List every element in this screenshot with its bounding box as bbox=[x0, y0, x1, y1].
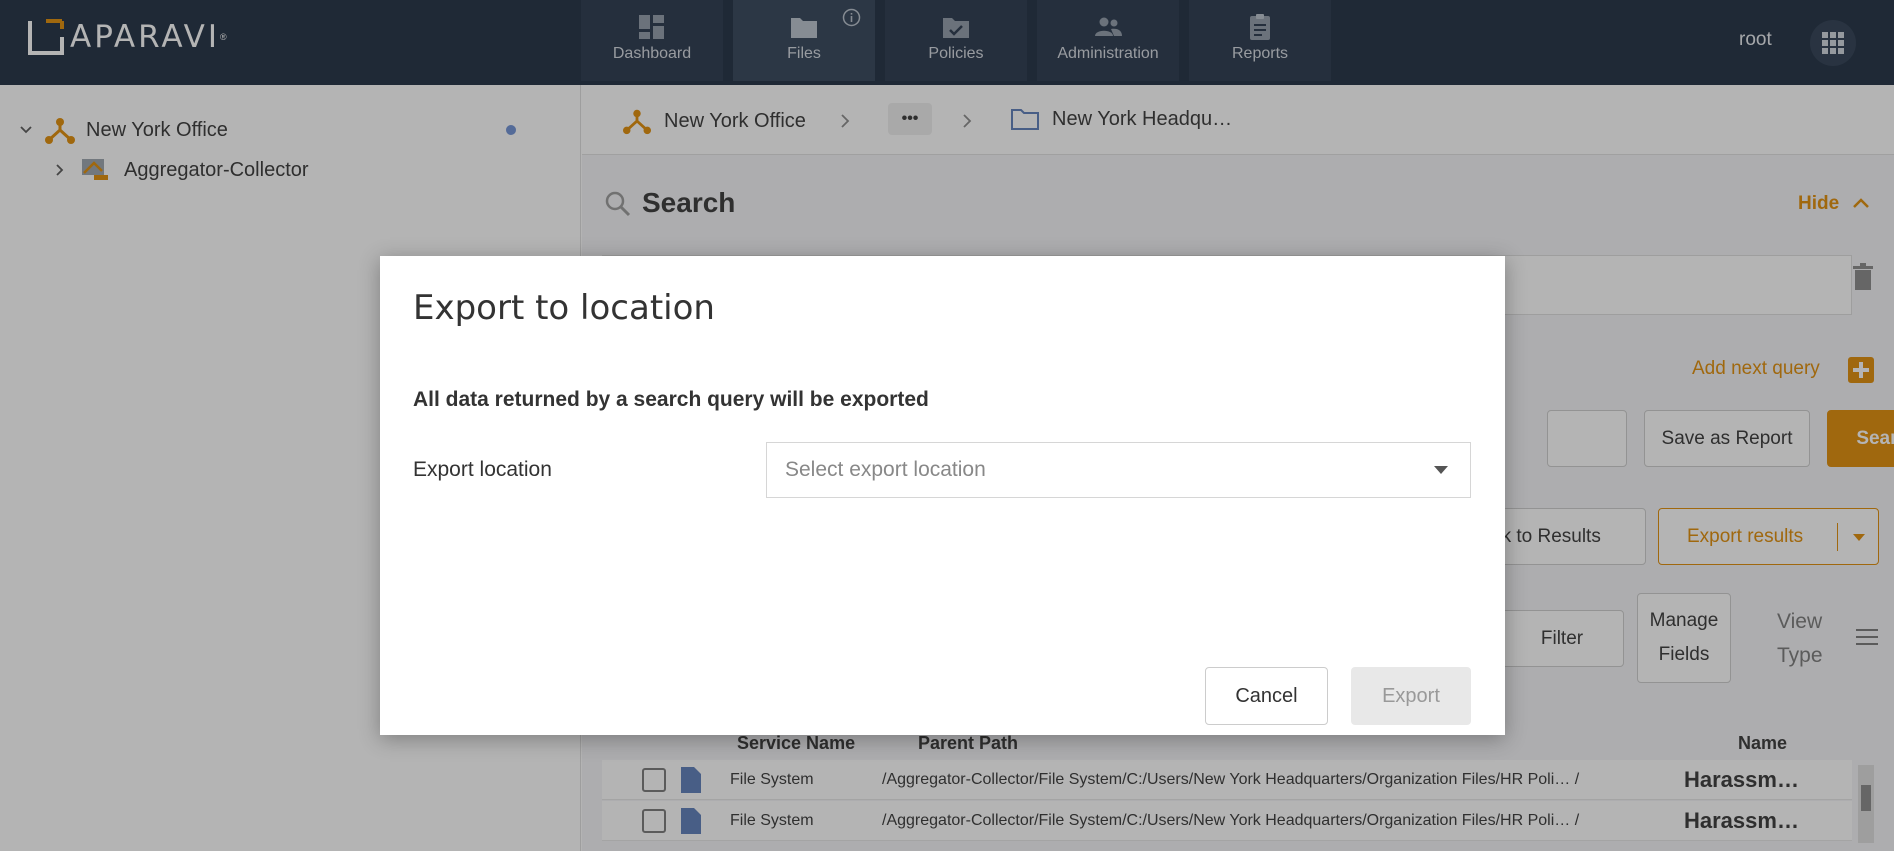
export-button[interactable]: Export bbox=[1351, 667, 1471, 725]
caret-down-icon bbox=[1434, 466, 1448, 474]
cancel-button[interactable]: Cancel bbox=[1205, 667, 1328, 725]
dialog-description: All data returned by a search query will… bbox=[413, 388, 929, 411]
export-location-label: Export location bbox=[413, 458, 552, 481]
export-location-placeholder: Select export location bbox=[785, 458, 986, 481]
dialog-title: Export to location bbox=[413, 288, 715, 328]
export-dialog: Export to location All data returned by … bbox=[380, 256, 1505, 735]
export-location-select[interactable]: Select export location bbox=[766, 442, 1471, 498]
